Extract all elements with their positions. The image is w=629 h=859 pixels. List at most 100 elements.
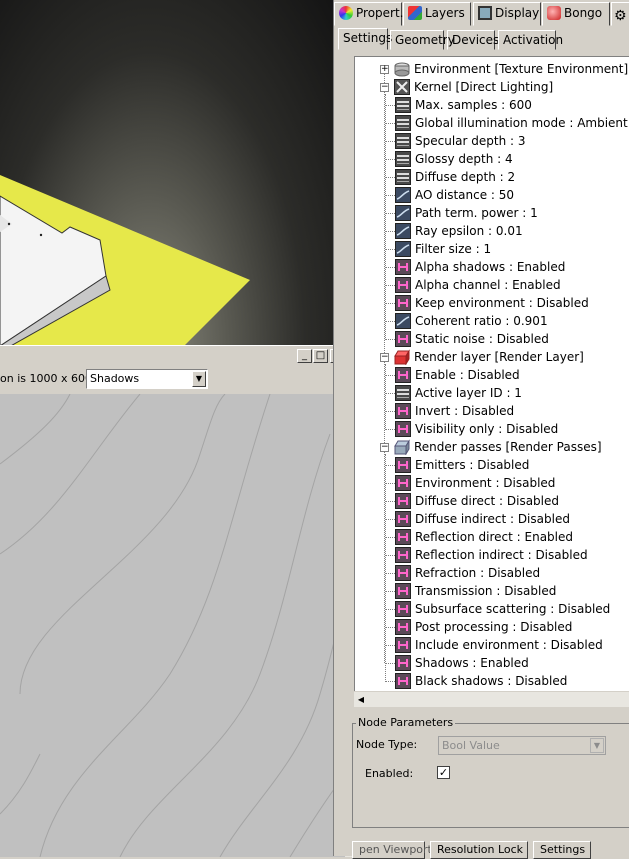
open-viewport-button[interactable]: pen Viewport [352,841,432,859]
tree-connector [385,321,395,322]
tree-item[interactable]: Glossy depth : 4 [355,150,629,168]
tree-item[interactable]: Environment : Disabled [355,474,629,492]
chevron-down-icon: ▼ [590,738,604,753]
tab-bongo[interactable]: Bongo [542,2,610,26]
tree-item[interactable]: Invert : Disabled [355,402,629,420]
scroll-left-icon[interactable]: ◀ [354,692,368,708]
tree-group-label: Environment [Texture Environment] [414,62,629,76]
tree-item-label: Alpha shadows : Enabled [415,260,566,274]
tree-item[interactable]: Black shadows : Disabled [355,672,629,690]
tree-connector [385,519,395,520]
tree-horizontal-scrollbar[interactable]: ◀ [354,691,629,707]
tree-item[interactable]: Alpha channel : Enabled [355,276,629,294]
tree-item-label: Glossy depth : 4 [415,152,513,166]
tree-item-label: Invert : Disabled [415,404,515,418]
tree-item[interactable]: Post processing : Disabled [355,618,629,636]
tree-connector [385,411,395,412]
subtab-devices[interactable]: Devices [447,30,499,50]
restore-button[interactable]: □ [313,349,328,363]
tree-item-label: Reflection indirect : Disabled [415,548,588,562]
tab-properties[interactable]: Propert... [334,2,411,26]
tree-item[interactable]: Diffuse indirect : Disabled [355,510,629,528]
bool-value-icon [395,547,411,563]
tree-item-label: Reflection direct : Enabled [415,530,573,544]
tree-group-label: Render layer [Render Layer] [414,350,584,364]
collapse-icon[interactable]: − [380,83,389,92]
settings-tree[interactable]: + Environment [Texture Environment] − Kerne… [354,56,629,707]
enabled-label: Enabled: [365,767,414,780]
3d-viewport[interactable] [0,0,333,345]
tree-item[interactable]: Coherent ratio : 0.901 [355,312,629,330]
tree-item[interactable]: Keep environment : Disabled [355,294,629,312]
tree-item[interactable]: Alpha shadows : Enabled [355,258,629,276]
render-window-titlebar[interactable]: _ □ ✕ [0,346,352,368]
tree-item[interactable]: Static noise : Disabled [355,330,629,348]
tree-item[interactable]: Include environment : Disabled [355,636,629,654]
tree-item-label: AO distance : 50 [415,188,515,202]
tab-overflow[interactable]: ⚙ [611,2,629,26]
tree-item-label: Post processing : Disabled [415,620,573,634]
tree-item[interactable]: Enable : Disabled [355,366,629,384]
tree-item[interactable]: Path term. power : 1 [355,204,629,222]
tree-connector [385,339,395,340]
tree-item[interactable]: Shadows : Enabled [355,654,629,672]
tree-item[interactable]: AO distance : 50 [355,186,629,204]
float-value-icon [395,223,411,239]
int-value-icon [395,151,411,167]
minimize-button[interactable]: _ [297,349,312,363]
tree-item[interactable]: Active layer ID : 1 [355,384,629,402]
tree-item[interactable]: Diffuse depth : 2 [355,168,629,186]
int-value-icon [395,385,411,401]
tree-item[interactable]: Reflection indirect : Disabled [355,546,629,564]
render-pass-select[interactable]: Shadows ▼ [86,369,208,389]
tree-connector [385,159,395,160]
tree-group-layer[interactable]: − Render layer [Render Layer] [355,348,629,366]
tree-item[interactable]: Visibility only : Disabled [355,420,629,438]
tree-item[interactable]: Diffuse direct : Disabled [355,492,629,510]
collapse-icon[interactable]: − [380,353,389,362]
bool-value-icon [395,493,411,509]
layer-node-icon [394,349,410,366]
node-type-value: Bool Value [442,739,500,752]
tree-item[interactable]: Refraction : Disabled [355,564,629,582]
bool-value-icon [395,367,411,383]
tree-item[interactable]: Reflection direct : Enabled [355,528,629,546]
main-tabbar: Propert... Layers Display Bongo ⚙ [334,0,629,26]
tab-display[interactable]: Display [473,2,541,26]
tree-item[interactable]: Global illumination mode : Ambient O [355,114,629,132]
node-type-select[interactable]: Bool Value ▼ [438,736,606,755]
tree-connector [385,285,395,286]
tree-item-label: Visibility only : Disabled [415,422,559,436]
expand-icon[interactable]: + [380,65,389,74]
tree-item-label: Filter size : 1 [415,242,492,256]
settings-button[interactable]: Settings [533,841,591,859]
render-canvas[interactable] [0,394,345,857]
tab-layers[interactable]: Layers [403,2,471,26]
tree-item[interactable]: Specular depth : 3 [355,132,629,150]
tree-item-label: Max. samples : 600 [415,98,532,112]
subtab-activation[interactable]: Activation [498,30,563,50]
chevron-down-icon[interactable]: ▼ [192,371,206,387]
tree-item[interactable]: Max. samples : 600 [355,96,629,114]
tree-item-label: Diffuse depth : 2 [415,170,516,184]
enabled-checkbox[interactable]: ✓ [437,766,450,779]
collapse-icon[interactable]: − [380,443,389,452]
tree-item-label: Active layer ID : 1 [415,386,522,400]
resolution-lock-button[interactable]: Resolution Lock [430,841,528,859]
tree-item[interactable]: Filter size : 1 [355,240,629,258]
tree-connector [385,483,395,484]
tree-item[interactable]: Transmission : Disabled [355,582,629,600]
tree-connector [385,105,395,106]
tree-group-kernel[interactable]: − Kernel [Direct Lighting] [355,78,629,96]
tree-item-label: Refraction : Disabled [415,566,541,580]
tree-group-passes[interactable]: − Render passes [Render Passes] [355,438,629,456]
tree-item[interactable]: Emitters : Disabled [355,456,629,474]
subtab-settings[interactable]: Settings [338,28,392,50]
tree-group-env[interactable]: + Environment [Texture Environment] [355,60,629,78]
tree-item[interactable]: Ray epsilon : 0.01 [355,222,629,240]
tree-item[interactable]: Subsurface scattering : Disabled [355,600,629,618]
tree-item-label: Global illumination mode : Ambient O [415,116,629,130]
bool-value-icon [395,457,411,473]
subtab-geometry[interactable]: Geometry [390,30,455,50]
tree-connector [385,231,395,232]
